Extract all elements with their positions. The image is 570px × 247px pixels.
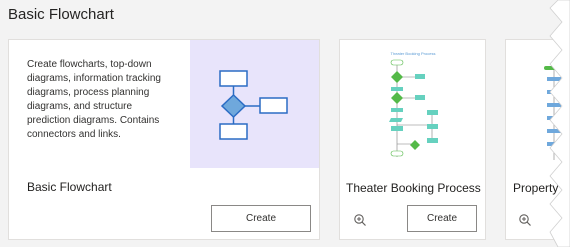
zoom-in-icon[interactable] [518,213,532,227]
create-button[interactable]: Create [211,205,311,232]
flowchart-preview-image [219,70,288,140]
template-title: Theater Booking Process [346,181,481,195]
template-title: Basic Flowchart [27,180,112,194]
template-description: Create flowcharts, top-down diagrams, in… [27,59,161,140]
theater-booking-thumbnail[interactable]: Theater Booking Process [340,40,486,168]
zoom-in-icon[interactable] [353,213,367,227]
create-button[interactable]: Create [407,205,477,232]
screenshot-cut-edge [549,0,570,247]
template-preview[interactable] [190,40,319,168]
template-card-theater-booking[interactable]: Theater Booking Process Theater Booking … [339,39,486,240]
template-card-basic-flowchart[interactable]: Create flowcharts, top-down diagrams, in… [8,39,320,240]
section-title: Basic Flowchart [8,6,114,23]
thumbnail-title: Theater Booking Process [391,51,436,56]
template-description-area: Create flowcharts, top-down diagrams, in… [9,40,190,168]
